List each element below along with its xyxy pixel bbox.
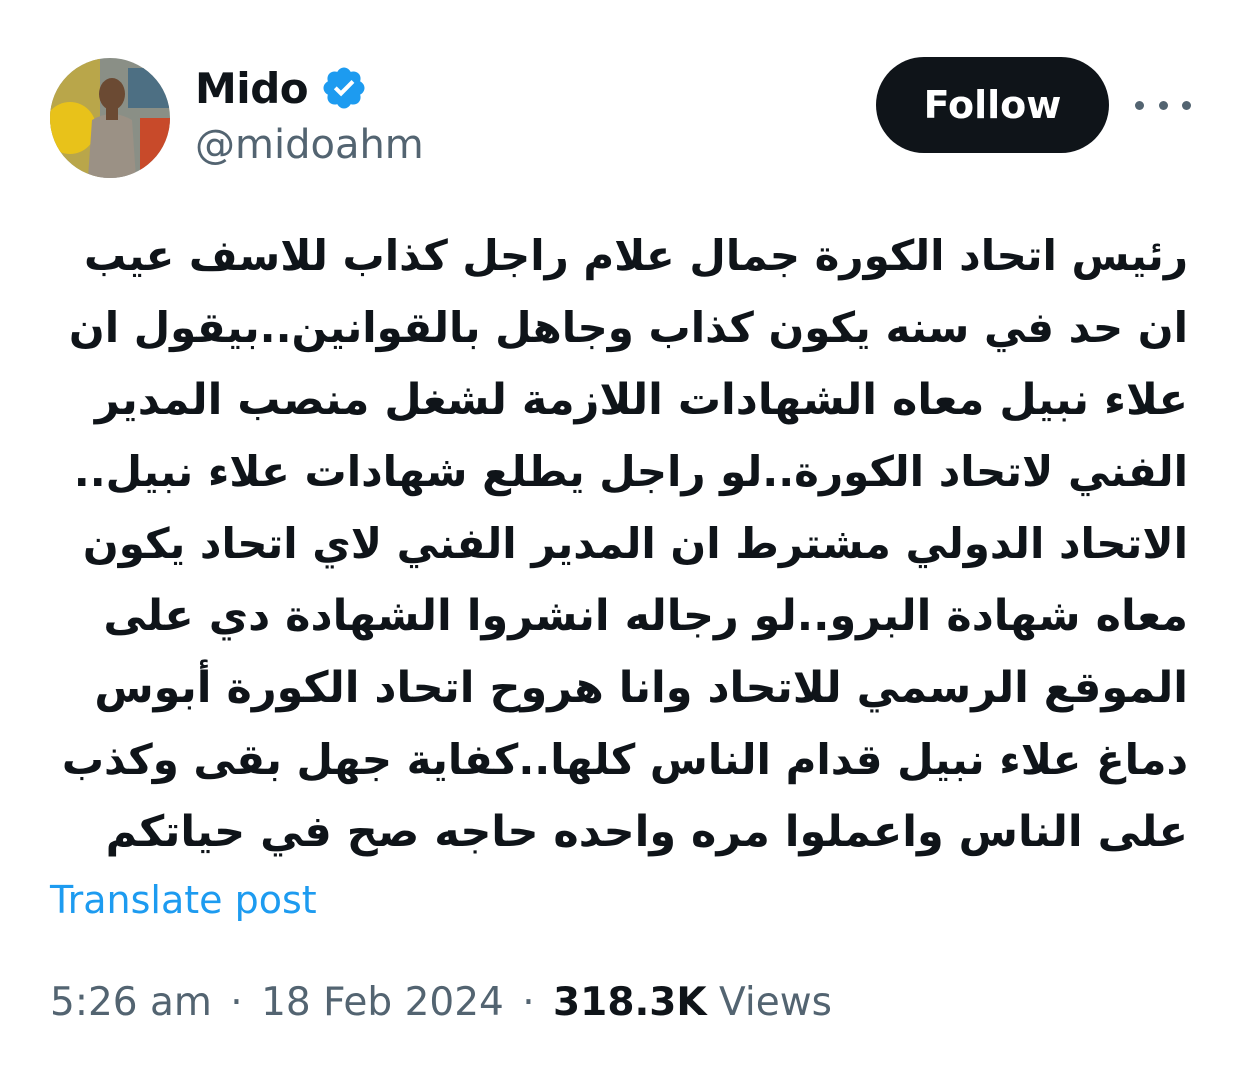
tweet-line: الاتحاد الدولي مشترط ان المدير الفني لاي… — [82, 519, 1188, 568]
post-time[interactable]: 5:26 am — [50, 980, 212, 1025]
tweet-text: رئيس اتحاد الكورة جمال علام راجل كذاب لل… — [60, 220, 1188, 868]
meta-separator: · — [522, 980, 535, 1025]
tweet-meta: 5:26 am · 18 Feb 2024 · 318.3K Views — [50, 980, 832, 1025]
dot — [1182, 100, 1191, 110]
dot — [1158, 100, 1168, 110]
display-name[interactable]: Mido — [195, 64, 309, 113]
tweet-line: الموقع الرسمي للاتحاد وانا هروح اتحاد ال… — [94, 663, 1188, 713]
user-handle[interactable]: @midoahm — [195, 122, 424, 168]
views-label: Views — [719, 980, 832, 1025]
translate-post-link[interactable]: Translate post — [50, 878, 317, 922]
avatar[interactable] — [50, 58, 170, 178]
meta-separator: · — [230, 980, 243, 1025]
tweet-line: ان حد في سنه يكون كذاب وجاهل بالقوانين..… — [68, 303, 1188, 352]
name-row: Mido — [195, 58, 368, 118]
views-count: 318.3K — [553, 980, 707, 1025]
dot — [1135, 100, 1144, 110]
tweet-line: على الناس واعملوا مره واحده حاجه صح في ح… — [105, 807, 1188, 857]
follow-button[interactable]: Follow — [876, 57, 1109, 153]
verified-badge-icon[interactable] — [320, 64, 368, 112]
tweet-line: الفني لاتحاد الكورة..لو راجل يطلع شهادات… — [73, 447, 1188, 496]
tweet-line: علاء نبيل معاه الشهادات اللازمة لشغل منص… — [94, 375, 1188, 425]
tweet-line: معاه شهادة البرو..لو رجاله انشروا الشهاد… — [103, 591, 1188, 641]
more-horizontal-icon[interactable] — [1135, 88, 1191, 122]
tweet-line: رئيس اتحاد الكورة جمال علام راجل كذاب لل… — [84, 231, 1188, 280]
post-date[interactable]: 18 Feb 2024 — [261, 980, 504, 1025]
tweet-header: Mido @midoahm Follow — [0, 0, 1241, 190]
avatar-image — [50, 58, 170, 178]
tweet-line: دماغ علاء نبيل قدام الناس كلها..كفاية جه… — [61, 735, 1188, 784]
